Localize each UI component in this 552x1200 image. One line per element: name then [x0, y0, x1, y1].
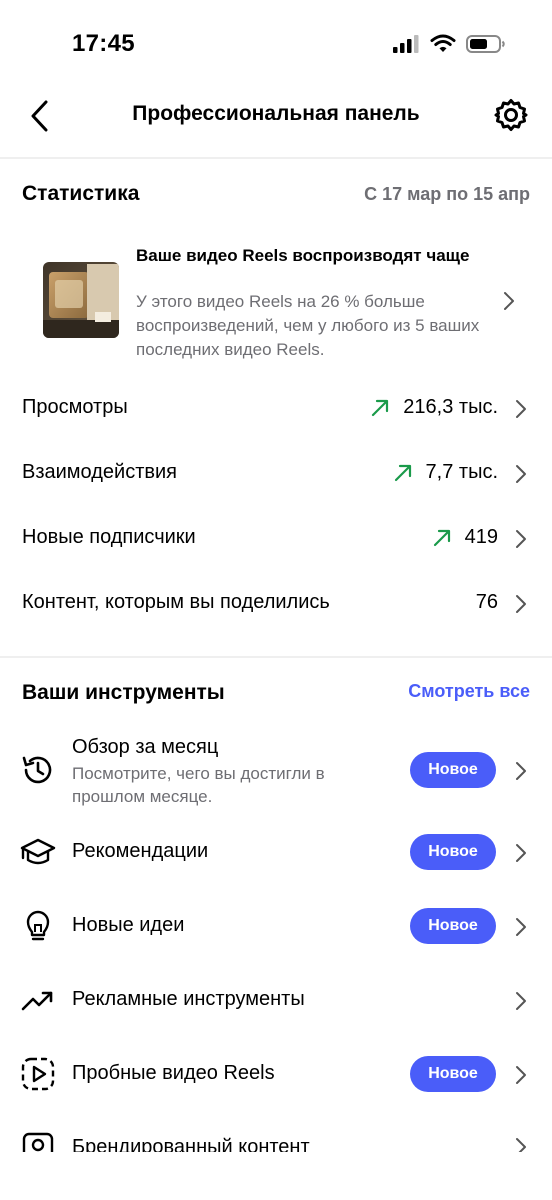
stat-row-views[interactable]: Просмотры 216,3 тыс.: [0, 378, 552, 438]
tool-label: Брендированный контент: [72, 1136, 310, 1152]
reel-insight-card[interactable]: Ваше видео Reels воспроизводят чаще У эт…: [0, 232, 552, 362]
history-icon: [22, 756, 52, 784]
new-badge: Новое: [410, 752, 496, 788]
trend-up-icon: [394, 464, 411, 481]
graduation-cap-icon: [20, 838, 56, 865]
stat-row-new-followers[interactable]: Новые подписчики 419: [0, 508, 552, 568]
wifi-icon: [430, 34, 456, 52]
reel-insight-title: Ваше видео Reels воспроизводят чаще: [136, 246, 470, 265]
chevron-right-icon: [516, 595, 526, 613]
stat-value: 7,7 тыс.: [425, 461, 498, 483]
divider: [0, 656, 552, 658]
status-icons: [392, 34, 506, 54]
chevron-right-icon: [516, 918, 526, 936]
battery-icon: [466, 35, 505, 53]
lightbulb-icon: [26, 910, 50, 941]
branded-content-icon: [22, 1132, 54, 1152]
chevron-right-icon: [516, 400, 526, 418]
stat-row-shared-content[interactable]: Контент, которым вы поделились 76: [0, 573, 552, 633]
trend-up-icon: [433, 529, 450, 546]
chevron-right-icon: [516, 1138, 526, 1152]
stat-label: Просмотры: [22, 396, 128, 418]
signal-icon: [393, 35, 419, 53]
gear-icon[interactable]: [494, 98, 528, 132]
trend-up-icon: [372, 399, 389, 416]
divider: [0, 157, 552, 159]
chevron-right-icon: [504, 292, 514, 310]
stat-label: Взаимодействия: [22, 461, 177, 483]
date-range[interactable]: С 17 мар по 15 апр: [364, 184, 530, 205]
trending-up-icon: [21, 991, 53, 1011]
page-title: Профессиональная панель: [132, 102, 420, 125]
tool-trial-reels[interactable]: Пробные видео Reels Новое: [0, 1048, 552, 1100]
tool-label: Рекомендации: [72, 840, 209, 862]
new-badge: Новое: [410, 834, 496, 870]
stat-row-interactions[interactable]: Взаимодействия 7,7 тыс.: [0, 443, 552, 503]
see-all-link[interactable]: Смотреть все: [408, 681, 530, 702]
tool-recommendations[interactable]: Рекомендации Новое: [0, 826, 552, 878]
tools-title: Ваши инструменты: [22, 681, 225, 704]
tool-label: Рекламные инструменты: [72, 988, 305, 1010]
stat-value: 76: [475, 591, 498, 613]
chevron-right-icon: [516, 762, 526, 780]
status-time: 17:45: [72, 30, 135, 57]
chevron-right-icon: [516, 992, 526, 1010]
tool-label: Новые идеи: [72, 914, 185, 936]
new-badge: Новое: [410, 908, 496, 944]
stat-value: 419: [464, 526, 498, 548]
new-badge: Новое: [410, 1056, 496, 1092]
tool-branded-content[interactable]: Брендированный контент: [0, 1122, 552, 1152]
chevron-right-icon: [516, 530, 526, 548]
status-bar: 17:45: [0, 0, 552, 90]
tool-label: Обзор за месяц: [72, 736, 219, 758]
tool-label: Пробные видео Reels: [72, 1062, 275, 1084]
header: Профессиональная панель: [0, 86, 552, 146]
stat-value: 216,3 тыс.: [403, 396, 498, 418]
stats-title: Статистика: [22, 182, 140, 205]
tool-ad-tools[interactable]: Рекламные инструменты: [0, 974, 552, 1026]
chevron-right-icon: [516, 1066, 526, 1084]
reel-insight-description: У этого видео Reels на 26 % больше воспр…: [136, 292, 480, 359]
stat-label: Контент, которым вы поделились: [22, 591, 330, 613]
reels-trial-icon: [21, 1057, 55, 1091]
tool-new-ideas[interactable]: Новые идеи Новое: [0, 900, 552, 952]
reel-thumbnail: [43, 262, 119, 338]
chevron-right-icon: [516, 465, 526, 483]
stat-label: Новые подписчики: [22, 526, 196, 548]
chevron-right-icon: [516, 844, 526, 862]
tool-subtitle: Посмотрите, чего вы достигли в прошлом м…: [72, 764, 325, 806]
tool-monthly-overview[interactable]: Обзор за месяц Посмотрите, чего вы дости…: [0, 730, 552, 814]
